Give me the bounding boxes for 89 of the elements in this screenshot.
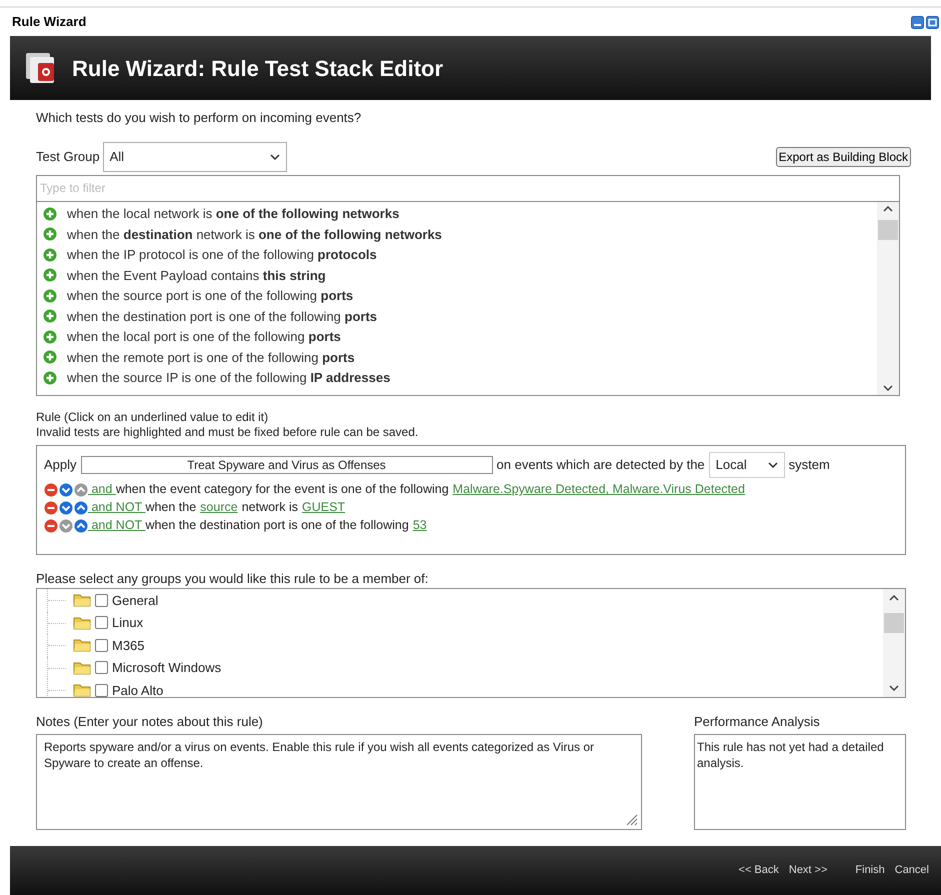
folder-icon (73, 660, 91, 675)
minimize-icon[interactable] (911, 16, 924, 28)
group-label[interactable]: Linux (112, 613, 144, 632)
notes-field[interactable]: Reports spyware and/or a virus on events. Enable this rule if you wish all events categorized as Virus or Spyware to create an offense. (36, 734, 642, 830)
rule-text: network is (242, 499, 298, 516)
test-item[interactable]: when the local port is one of the following ports (67, 327, 341, 346)
add-icon[interactable] (43, 370, 57, 385)
chevron-up-icon[interactable] (883, 206, 893, 212)
test-group-dropdown[interactable]: All (102, 142, 287, 172)
help-text: Rule (Click on an underlined value to edit it) (36, 410, 270, 424)
scroll-thumb[interactable] (878, 220, 898, 240)
footer-link[interactable]: Finish (855, 862, 885, 879)
test-item[interactable]: when the source IP is one of the following IP addresses (67, 368, 390, 388)
add-icon[interactable] (43, 330, 57, 344)
header-title: Rule Wizard: Rule Test Stack Editor (72, 54, 444, 82)
rule-name-field[interactable]: Treat Spyware and Virus as Offenses (80, 456, 493, 474)
scrollbar[interactable] (877, 202, 899, 394)
folder-icon (73, 638, 91, 652)
rule-text: when the event category for the event is one of the following (116, 481, 449, 498)
section-label: Notes (Enter your notes about this rule) (36, 713, 264, 731)
folder-icon (73, 616, 91, 630)
field-label: Test Group (36, 148, 100, 166)
resize-handle-icon[interactable] (624, 812, 638, 826)
move-up-icon[interactable] (74, 500, 88, 514)
chevron-down-icon[interactable] (889, 685, 899, 691)
value-link[interactable]: and NOT (88, 498, 146, 517)
chevron-down-icon[interactable] (768, 462, 778, 468)
prompt-text: Which tests do you wish to perform on incoming events? (36, 109, 362, 127)
move-up-icon[interactable] (74, 518, 88, 532)
window-title: Rule Wizard (12, 13, 86, 32)
maximize-icon[interactable] (926, 16, 939, 28)
test-item[interactable]: when the Event Payload contains this string (67, 266, 326, 285)
group-label[interactable]: M365 (112, 636, 145, 655)
move-down-icon[interactable] (59, 482, 73, 496)
remove-icon[interactable] (44, 482, 58, 496)
move-down-icon[interactable] (59, 518, 73, 532)
group-label[interactable]: Microsoft Windows (112, 658, 222, 678)
value-link[interactable]: and NOT (88, 516, 146, 535)
group-label[interactable]: Palo Alto (112, 680, 164, 697)
test-item[interactable]: when the IP protocol is one of the following protocols (67, 245, 377, 264)
section-label: Please select any groups you would like this rule to be a member of: (36, 570, 430, 588)
add-icon[interactable] (43, 288, 57, 303)
section-label: Performance Analysis (694, 713, 821, 731)
value-link[interactable]: GUEST (302, 498, 346, 517)
rule-text: Apply (44, 456, 77, 474)
checkbox[interactable] (95, 616, 108, 630)
checkbox[interactable] (95, 684, 108, 697)
value-link[interactable]: Malware.Spyware Detected, Malware.Virus Detected (452, 480, 745, 499)
folder-icon (73, 593, 91, 608)
value-link[interactable]: and (88, 480, 116, 499)
remove-icon[interactable] (44, 500, 58, 514)
test-item[interactable]: when the local network is one of the following networks (67, 204, 400, 224)
value-link[interactable]: 53 (412, 516, 427, 535)
scrollbar[interactable] (883, 589, 905, 697)
group-label[interactable]: General (112, 590, 158, 610)
help-text: Invalid tests are highlighted and must be fixed before rule can be saved. (36, 424, 420, 440)
add-icon[interactable] (43, 227, 57, 242)
footer-link[interactable]: Next >> (788, 862, 828, 879)
checkbox[interactable] (95, 594, 108, 607)
move-up-icon[interactable] (74, 482, 88, 496)
move-down-icon[interactable] (59, 500, 73, 514)
checkbox[interactable] (95, 661, 108, 674)
chevron-down-icon[interactable] (270, 154, 280, 160)
footer-link[interactable]: Cancel (894, 862, 929, 879)
test-item[interactable]: when the destination network is one of the following networks (67, 224, 442, 244)
test-item[interactable]: when the source port is one of the following ports (67, 286, 354, 306)
rule-text: when the (145, 499, 196, 516)
rule-text: system (788, 456, 830, 474)
remove-icon[interactable] (44, 518, 58, 532)
add-icon[interactable] (43, 309, 57, 324)
chevron-up-icon[interactable] (889, 595, 899, 601)
add-icon[interactable] (43, 248, 57, 262)
test-item[interactable]: when the destination port is one of the following ports (67, 306, 378, 326)
test-item[interactable]: when the remote port is one of the following ports (67, 348, 355, 367)
add-icon[interactable] (43, 350, 57, 364)
add-icon[interactable] (43, 206, 57, 221)
filter-field[interactable]: Type to filter (36, 174, 900, 202)
system-dropdown[interactable]: Local (708, 452, 785, 478)
analysis-field: This rule has not yet had a detailed analysis. (694, 734, 906, 830)
value-link[interactable]: source (200, 498, 238, 517)
chevron-down-icon[interactable] (883, 384, 893, 390)
export-button[interactable]: Export as Building Block (776, 146, 911, 166)
footer-link[interactable]: << Back (738, 862, 779, 879)
folder-icon (73, 683, 91, 697)
rule-text: on events which are detected by the (496, 456, 705, 474)
rule-text: when the destination port is one of the following (145, 517, 409, 534)
add-icon[interactable] (43, 268, 57, 282)
checkbox[interactable] (95, 638, 108, 652)
scroll-thumb[interactable] (884, 613, 904, 633)
